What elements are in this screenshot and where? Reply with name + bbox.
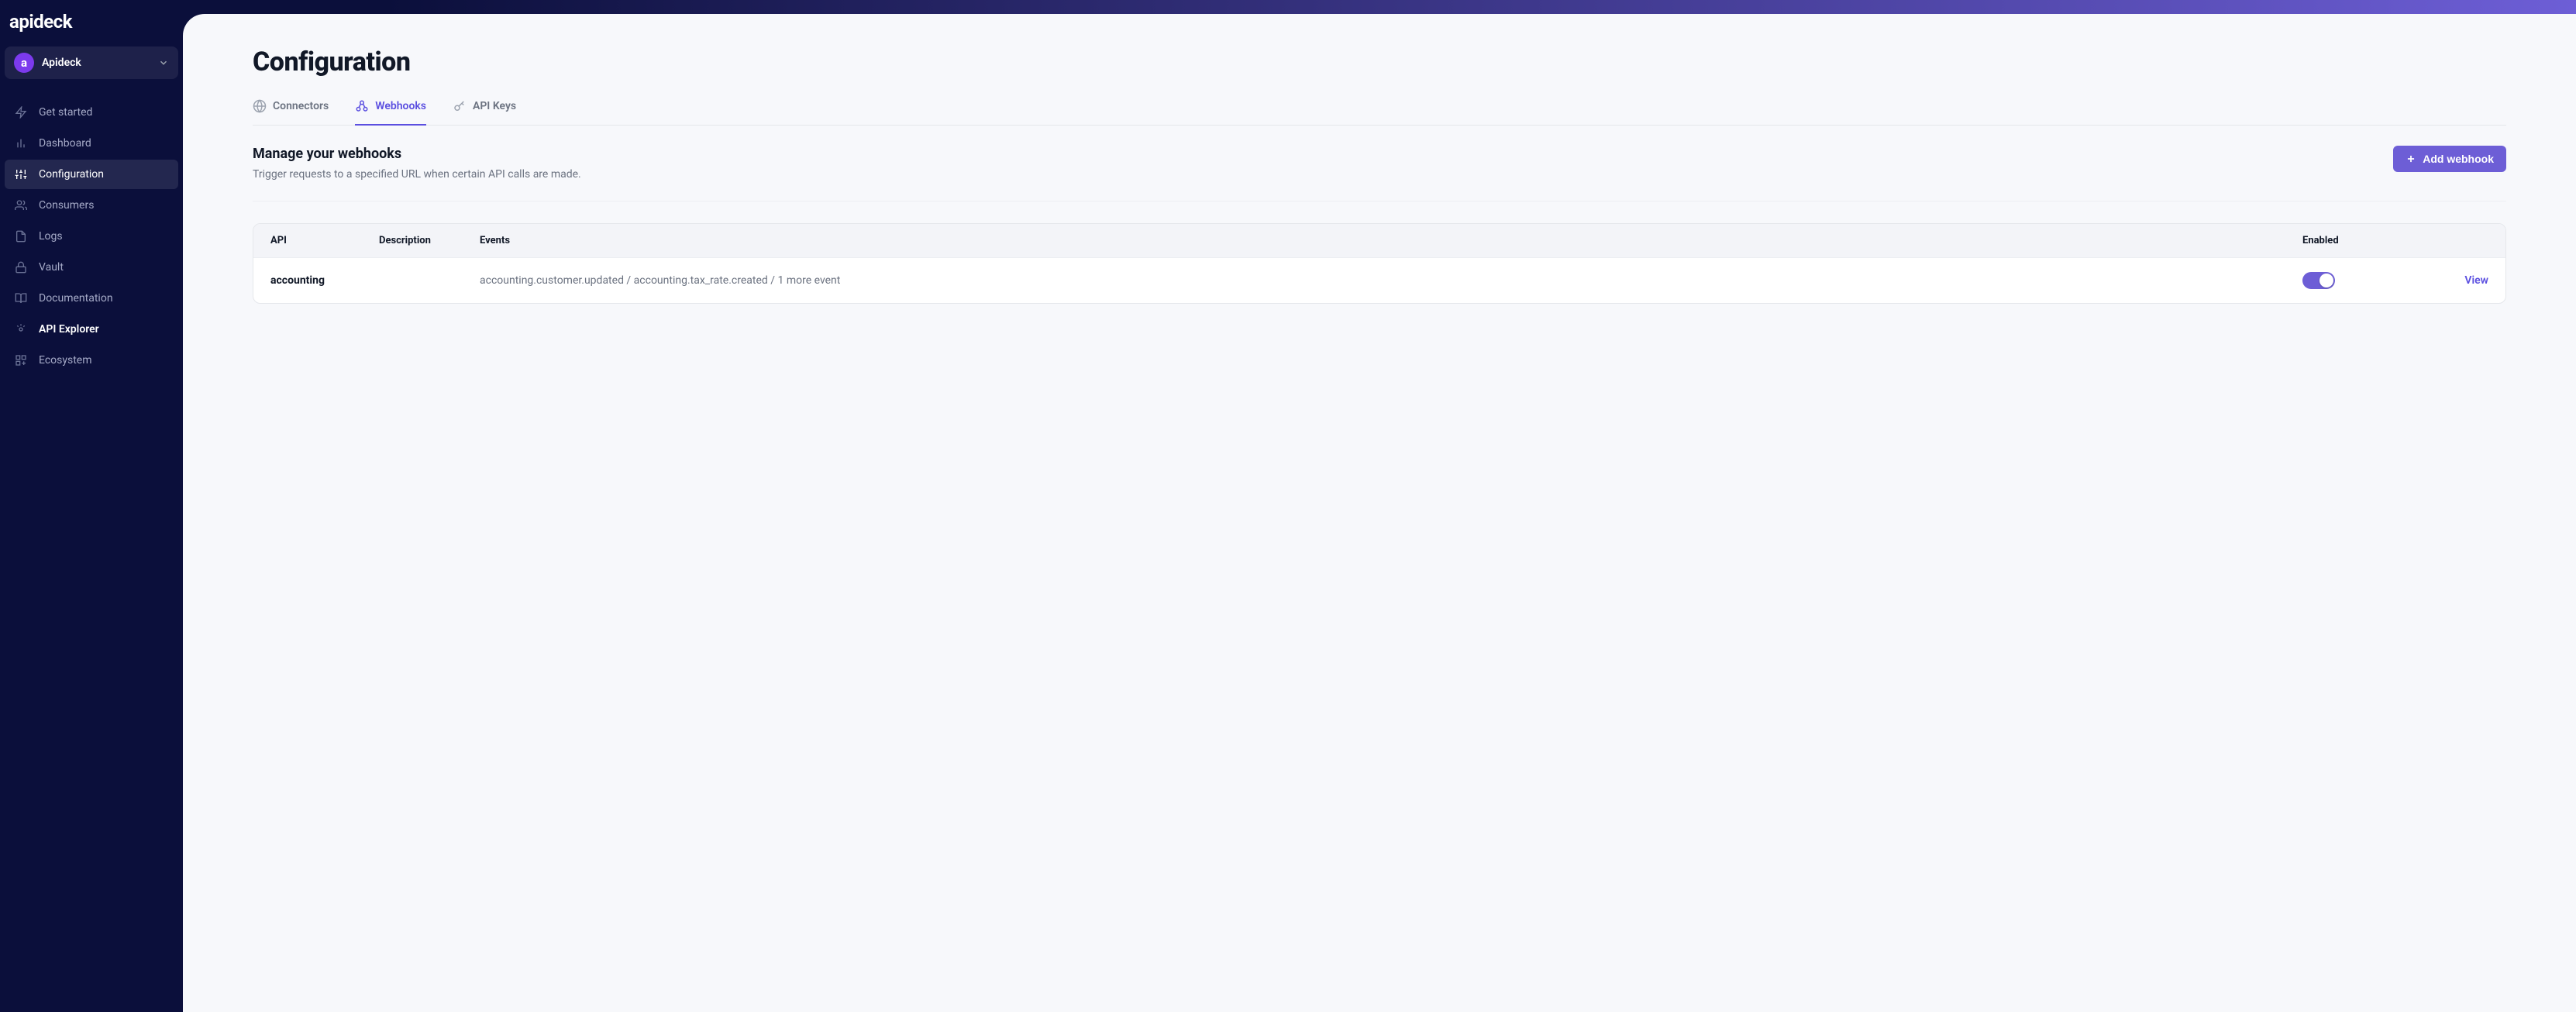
file-icon bbox=[14, 229, 28, 243]
tab-label: API Keys bbox=[473, 100, 516, 112]
section-title: Manage your webhooks bbox=[253, 146, 581, 162]
brand-logo: apideck bbox=[5, 11, 178, 46]
sidebar-item-api-explorer[interactable]: API Explorer bbox=[5, 315, 178, 344]
section-subtitle: Trigger requests to a specified URL when… bbox=[253, 168, 581, 181]
tab-webhooks[interactable]: Webhooks bbox=[355, 95, 426, 126]
row-enabled bbox=[2302, 272, 2411, 289]
section-header: Manage your webhooks Trigger requests to… bbox=[253, 146, 2506, 201]
sidebar-item-label: Get started bbox=[39, 106, 92, 119]
sidebar-item-logs[interactable]: Logs bbox=[5, 222, 178, 251]
chevron-down-icon bbox=[158, 57, 169, 68]
col-enabled: Enabled bbox=[2302, 235, 2411, 246]
sliders-icon bbox=[14, 167, 28, 181]
workspace-avatar: a bbox=[14, 53, 34, 73]
row-view-link[interactable]: View bbox=[2411, 274, 2488, 287]
chart-bar-icon bbox=[14, 136, 28, 150]
col-description: Description bbox=[379, 235, 480, 246]
webhooks-table: API Description Events Enabled accountin… bbox=[253, 223, 2506, 304]
config-tabs: Connectors Webhooks API Keys bbox=[253, 95, 2506, 126]
sidebar-item-vault[interactable]: Vault bbox=[5, 253, 178, 282]
tab-api-keys[interactable]: API Keys bbox=[453, 95, 516, 126]
tab-label: Connectors bbox=[273, 100, 329, 112]
tab-connectors[interactable]: Connectors bbox=[253, 95, 329, 126]
lock-icon bbox=[14, 260, 28, 274]
page-title: Configuration bbox=[253, 46, 2506, 77]
grid-plus-icon bbox=[14, 353, 28, 367]
sidebar-item-label: Configuration bbox=[39, 168, 104, 181]
sidebar-item-dashboard[interactable]: Dashboard bbox=[5, 129, 178, 158]
add-webhook-label: Add webhook bbox=[2423, 153, 2494, 165]
toggle-knob bbox=[2319, 274, 2333, 287]
sidebar-item-label: Documentation bbox=[39, 292, 113, 305]
workspace-picker[interactable]: a Apideck bbox=[5, 46, 178, 79]
row-events: accounting.customer.updated / accounting… bbox=[480, 274, 2302, 287]
main-content: Configuration Connectors Webhooks API Ke… bbox=[183, 14, 2576, 1012]
workspace-name: Apideck bbox=[42, 57, 158, 69]
lightning-icon bbox=[14, 105, 28, 119]
col-api: API bbox=[270, 235, 379, 246]
sidebar-item-label: Logs bbox=[39, 230, 63, 243]
telescope-icon bbox=[14, 322, 28, 336]
sidebar-item-configuration[interactable]: Configuration bbox=[5, 160, 178, 189]
add-webhook-button[interactable]: Add webhook bbox=[2393, 146, 2506, 172]
webhook-icon bbox=[355, 99, 369, 113]
plus-icon bbox=[2406, 153, 2416, 164]
book-icon bbox=[14, 291, 28, 305]
table-row: accounting accounting.customer.updated /… bbox=[253, 257, 2505, 303]
sidebar-item-label: Ecosystem bbox=[39, 354, 92, 367]
sidebar: apideck a Apideck Get started Dashboard … bbox=[0, 0, 183, 1012]
enabled-toggle[interactable] bbox=[2302, 272, 2335, 289]
sidebar-item-ecosystem[interactable]: Ecosystem bbox=[5, 346, 178, 375]
key-icon bbox=[453, 99, 467, 113]
sidebar-item-label: Consumers bbox=[39, 199, 94, 212]
sidebar-item-documentation[interactable]: Documentation bbox=[5, 284, 178, 313]
tab-label: Webhooks bbox=[375, 100, 426, 112]
sidebar-nav: Get started Dashboard Configuration Cons… bbox=[5, 98, 178, 375]
col-events: Events bbox=[480, 235, 2302, 246]
users-icon bbox=[14, 198, 28, 212]
table-header: API Description Events Enabled bbox=[253, 224, 2505, 257]
sidebar-item-label: Vault bbox=[39, 261, 64, 274]
sidebar-item-get-started[interactable]: Get started bbox=[5, 98, 178, 127]
sidebar-item-consumers[interactable]: Consumers bbox=[5, 191, 178, 220]
header-gradient bbox=[0, 0, 2576, 14]
globe-icon bbox=[253, 99, 267, 113]
row-api: accounting bbox=[270, 274, 379, 287]
sidebar-item-label: Dashboard bbox=[39, 137, 91, 150]
sidebar-item-label: API Explorer bbox=[39, 323, 99, 336]
